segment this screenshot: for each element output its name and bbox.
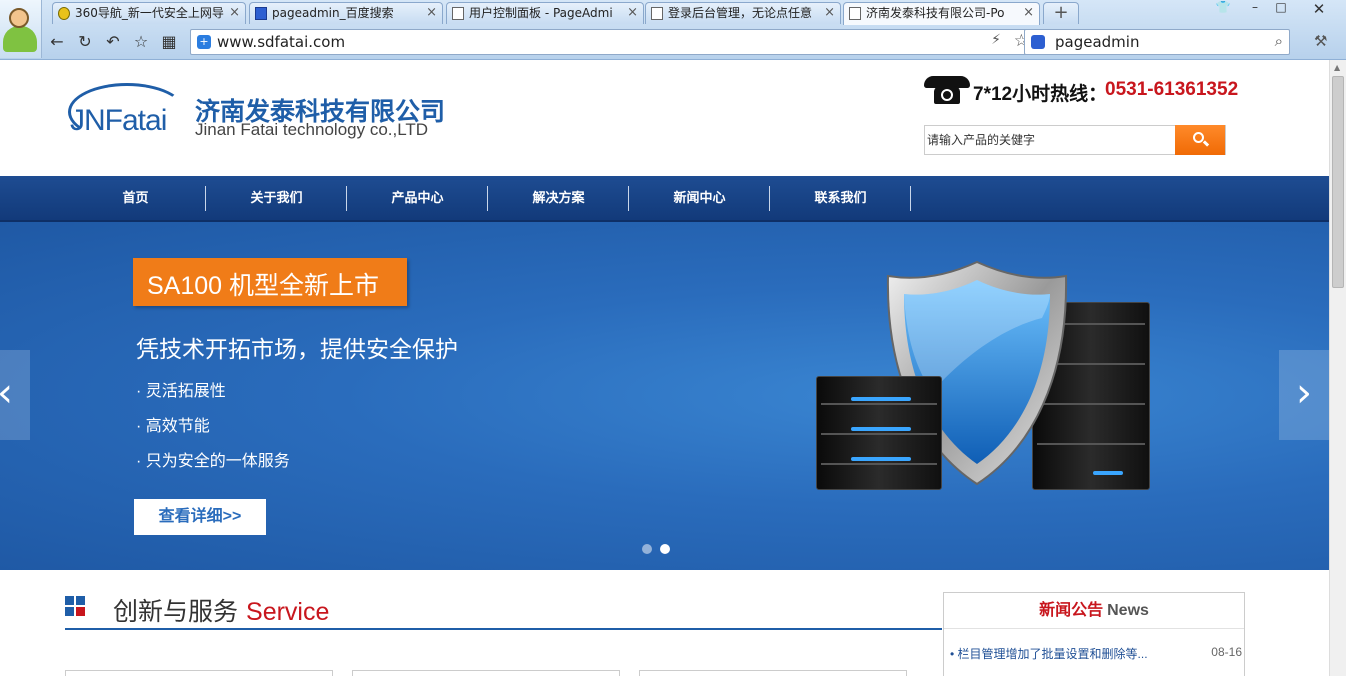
product-search-input[interactable] <box>925 126 1175 154</box>
browser-tab-fatai[interactable]: 济南发泰科技有限公司-Po × <box>843 2 1040 25</box>
browser-tab-baidu[interactable]: pageadmin_百度搜索 × <box>249 2 443 24</box>
undo-icon[interactable]: ↶ <box>102 31 124 53</box>
tab-close-icon[interactable]: × <box>426 3 437 23</box>
nav-item-news[interactable]: 新闻中心 <box>629 176 770 222</box>
service-title-cn: 创新与服务 <box>113 598 239 626</box>
tab-label: 360导航_新一代安全上网导 <box>75 6 224 20</box>
news-header: 新闻公告 News <box>944 593 1244 629</box>
banner-slogan: 凭技术开拓市场，提供安全保护 <box>136 336 458 362</box>
nav-item-contact[interactable]: 联系我们 <box>770 176 911 222</box>
company-logo[interactable]: JNFatai <box>66 80 196 142</box>
server-shield-illustration <box>810 258 1160 538</box>
browser-search-box[interactable]: pageadmin ⌕ <box>1024 29 1290 55</box>
maximize-icon[interactable]: □ <box>1270 0 1292 16</box>
scroll-up-arrow-icon[interactable]: ▲ <box>1334 63 1340 72</box>
company-name-en: Jinan Fatai technology co.,LTD <box>195 120 429 139</box>
slider-dot[interactable] <box>642 544 652 554</box>
banner-feature: · 只为安全的一体服务 <box>136 453 290 470</box>
main-nav: 首页 关于我们 产品中心 解决方案 新闻中心 联系我们 <box>0 176 1329 222</box>
browser-tab-control-panel[interactable]: 用户控制面板 - PageAdmi × <box>446 2 644 24</box>
search-icon[interactable]: ⌕ <box>1275 32 1283 50</box>
nav-item-about[interactable]: 关于我们 <box>206 176 347 222</box>
page-viewport: JNFatai 济南发泰科技有限公司 Jinan Fatai technolog… <box>0 60 1329 676</box>
nav-item-home[interactable]: 首页 <box>65 176 206 222</box>
url-text[interactable]: www.sdfatai.com <box>217 30 345 54</box>
service-card[interactable] <box>639 670 907 676</box>
scrollbar-thumb[interactable] <box>1332 76 1344 288</box>
news-item-date: 08-16 <box>1211 645 1242 659</box>
news-item-link[interactable]: • 栏目管理增加了批量设置和删除等... <box>950 645 1148 662</box>
banner-feature: · 灵活拓展性 <box>136 383 226 400</box>
hero-banner: SA100 机型全新上市 凭技术开拓市场，提供安全保护 · 灵活拓展性 · 高效… <box>0 222 1329 570</box>
view-details-button[interactable]: 查看详细>> <box>134 499 266 535</box>
tab-label: 济南发泰科技有限公司-Po <box>866 6 1005 20</box>
news-bullet: • <box>950 647 955 661</box>
grid-squares-icon <box>65 596 85 616</box>
minimize-icon[interactable]: – <box>1244 0 1266 16</box>
logo-text: JNFatai <box>70 104 167 137</box>
banner-tagline: SA100 机型全新上市 <box>147 272 380 300</box>
360-icon <box>58 7 70 20</box>
tab-label: pageadmin_百度搜索 <box>272 6 394 20</box>
tab-close-icon[interactable]: × <box>229 3 240 23</box>
site-header: JNFatai 济南发泰科技有限公司 Jinan Fatai technolog… <box>0 60 1329 176</box>
news-title-cn: 新闻公告 <box>1039 602 1104 619</box>
baidu-paw-icon <box>255 7 267 20</box>
rack-server-image <box>816 376 942 490</box>
service-title: 创新与服务 Service <box>113 592 329 628</box>
avatar-body-shape <box>3 26 37 52</box>
banner-feature: · 高效节能 <box>136 418 210 435</box>
hotline-label: 7*12小时热线： <box>973 84 1108 105</box>
tab-label: 登录后台管理，无论点任意 <box>668 6 813 20</box>
page-icon <box>452 7 464 20</box>
skin-icon[interactable]: 👕 <box>1210 0 1236 16</box>
speed-bolt-icon[interactable]: ⚡ <box>991 32 1001 48</box>
baidu-paw-icon <box>1031 35 1045 49</box>
page-scrollbar[interactable]: ▲ <box>1329 60 1346 676</box>
tab-close-icon[interactable]: × <box>627 3 638 23</box>
tagline-box: SA100 机型全新上市 <box>133 258 407 306</box>
user-avatar[interactable] <box>0 0 42 58</box>
section-divider <box>65 628 942 630</box>
browser-tab-login[interactable]: 登录后台管理，无论点任意 × <box>645 2 841 24</box>
search-query-text[interactable]: pageadmin <box>1055 30 1139 54</box>
telephone-icon <box>924 74 970 106</box>
address-bar[interactable]: + www.sdfatai.com ⚡ ☆ ▼ <box>190 29 1060 55</box>
service-card[interactable] <box>352 670 620 676</box>
browser-chrome: 360导航_新一代安全上网导 × pageadmin_百度搜索 × 用户控制面板… <box>0 0 1346 60</box>
news-title-en: News <box>1107 602 1149 619</box>
slider-prev-arrow[interactable]: ‹ <box>0 350 30 440</box>
service-section: 创新与服务 Service 新闻公告 News • 栏目管理增加了批量设置和删除等.… <box>0 570 1329 676</box>
site-security-icon: + <box>197 35 211 49</box>
product-search <box>924 125 1226 155</box>
apps-grid-icon[interactable]: ▦ <box>158 31 180 53</box>
avatar-head-shape <box>9 8 29 28</box>
slider-next-arrow[interactable]: › <box>1279 350 1329 440</box>
nav-item-products[interactable]: 产品中心 <box>347 176 488 222</box>
hotline-number: 0531-61361352 <box>1105 79 1239 100</box>
nav-divider <box>910 186 911 211</box>
product-search-button[interactable] <box>1175 125 1225 155</box>
tab-close-icon[interactable]: × <box>824 3 835 23</box>
slider-dot-active[interactable] <box>660 544 670 554</box>
tab-close-icon[interactable]: × <box>1023 3 1034 23</box>
new-tab-button[interactable]: + <box>1043 2 1079 24</box>
news-item-title[interactable]: 栏目管理增加了批量设置和删除等... <box>958 647 1148 661</box>
navigation-toolbar: ← ↻ ↶ ☆ ▦ + www.sdfatai.com ⚡ ☆ ▼ pagead… <box>42 26 1346 59</box>
service-title-en: Service <box>246 598 330 626</box>
page-icon <box>849 7 861 20</box>
news-panel: 新闻公告 News • 栏目管理增加了批量设置和删除等... 08-16 <box>943 592 1245 676</box>
tab-label: 用户控制面板 - PageAdmi <box>469 6 613 20</box>
nav-item-solutions[interactable]: 解决方案 <box>488 176 629 222</box>
back-icon[interactable]: ← <box>46 31 68 53</box>
service-card[interactable] <box>65 670 333 676</box>
close-window-icon[interactable]: ✕ <box>1306 0 1332 18</box>
page-icon <box>651 7 663 20</box>
favorite-star-icon[interactable]: ☆ <box>130 31 152 53</box>
reload-icon[interactable]: ↻ <box>74 31 96 53</box>
tools-wrench-icon[interactable]: ⚒ <box>1314 32 1327 50</box>
browser-tab-360[interactable]: 360导航_新一代安全上网导 × <box>52 2 246 24</box>
